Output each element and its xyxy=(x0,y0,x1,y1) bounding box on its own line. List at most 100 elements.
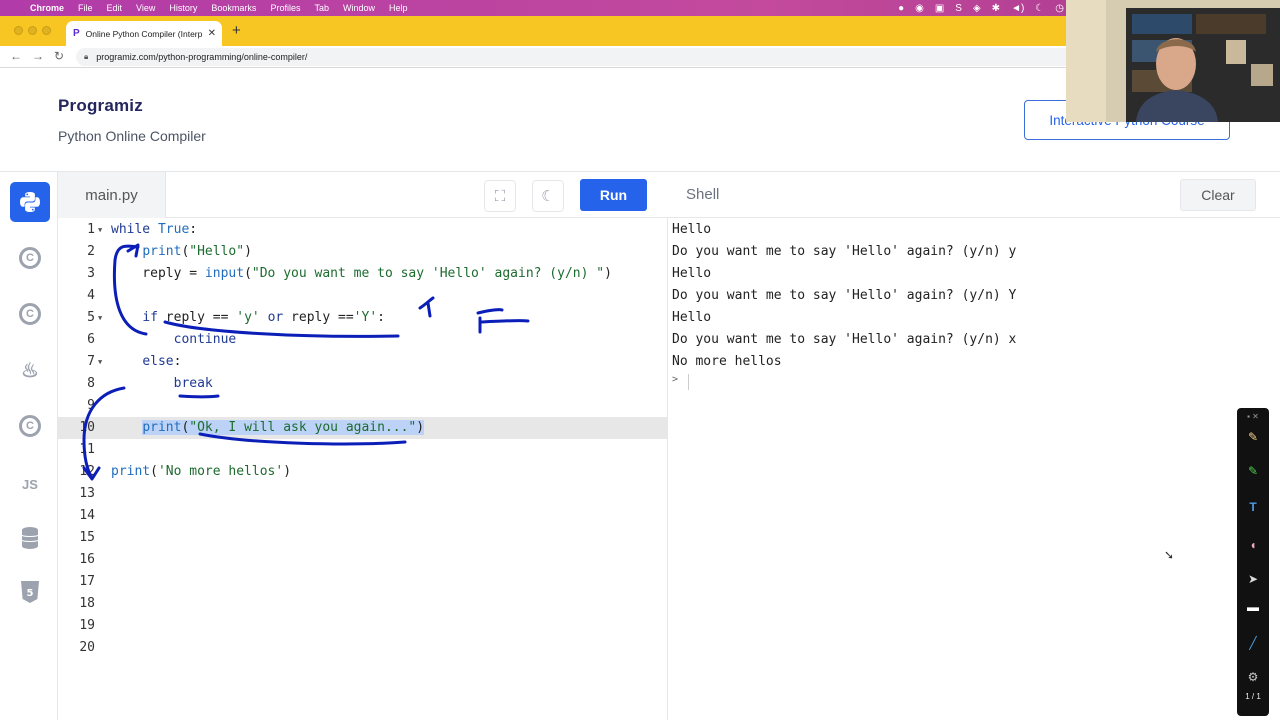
html5-label: 5 xyxy=(27,588,34,599)
code-text: print("Hello") xyxy=(142,244,252,259)
hotspot-icon[interactable]: ◈ xyxy=(973,3,981,14)
volume-icon[interactable]: ◄) xyxy=(1011,3,1024,14)
python-icon[interactable] xyxy=(10,182,50,222)
c-logo: C xyxy=(19,247,41,269)
browser-tab[interactable]: P Online Python Compiler (Interp ✕ xyxy=(66,21,222,46)
shell-title: Shell xyxy=(686,186,720,203)
code-line: 9 xyxy=(58,395,668,417)
code-line: 4 xyxy=(58,285,668,307)
status-icons: ● ◉ ▣ S ◈ ✱ ◄) ☾ ◷ xyxy=(898,0,1064,16)
code-line: 6 continue xyxy=(58,329,668,351)
menu-chrome[interactable]: Chrome xyxy=(30,3,64,13)
menu-edit[interactable]: Edit xyxy=(107,3,123,13)
record-icon[interactable]: ● xyxy=(898,3,904,14)
menu-history[interactable]: History xyxy=(169,3,197,13)
clear-button[interactable]: Clear xyxy=(1180,179,1256,211)
code-line: 8 break xyxy=(58,373,668,395)
skype-icon[interactable]: S xyxy=(955,3,962,14)
line-number: 14 xyxy=(79,508,95,523)
pointer-icon[interactable]: ➤ xyxy=(1237,572,1269,586)
java-icon[interactable]: ♨ xyxy=(10,350,50,390)
lock-icon: 🔒︎ xyxy=(84,52,89,61)
cpp-icon[interactable]: C xyxy=(10,294,50,334)
js-logo: JS xyxy=(22,476,38,492)
menu-bookmarks[interactable]: Bookmarks xyxy=(211,3,256,13)
code-line: 13 xyxy=(58,483,668,505)
code-line: 5 ▼ if reply == 'y' or reply =='Y': xyxy=(58,307,668,329)
programiz-logo[interactable]: Programiz xyxy=(58,96,143,116)
back-icon[interactable]: ← xyxy=(10,49,22,63)
fold-arrow-icon[interactable]: ▼ xyxy=(98,351,102,373)
code-text: print('No more hellos') xyxy=(111,464,292,479)
shape-tool-icon[interactable]: ▬ xyxy=(1237,600,1269,614)
editor-toolbar: main.py ⛶ ☾ Run xyxy=(58,172,668,218)
dark-mode-icon[interactable]: ☾ xyxy=(532,180,564,212)
menu-help[interactable]: Help xyxy=(389,3,408,13)
shell-output[interactable]: Hello Do you want me to say 'Hello' agai… xyxy=(668,218,1280,720)
clock-icon[interactable]: ◷ xyxy=(1055,3,1064,14)
menu-view[interactable]: View xyxy=(136,3,155,13)
line-number: 12 xyxy=(79,464,95,479)
screen-icon[interactable]: ▣ xyxy=(935,3,944,14)
window-close-icon[interactable] xyxy=(14,26,23,35)
code-text: else: xyxy=(142,354,182,369)
line-number: 4 xyxy=(87,288,95,303)
menu-profiles[interactable]: Profiles xyxy=(270,3,300,13)
fullscreen-icon[interactable]: ⛶ xyxy=(484,180,516,212)
code-line: 15 xyxy=(58,527,668,549)
line-number: 2 xyxy=(87,244,95,259)
line-number: 5 xyxy=(87,310,95,325)
cpp-logo: C xyxy=(19,303,41,325)
menu-file[interactable]: File xyxy=(78,3,93,13)
webcam-person-image xyxy=(1066,0,1280,122)
shell-line: Hello xyxy=(672,222,712,237)
new-tab-icon[interactable]: + xyxy=(232,22,241,39)
code-text: while True: xyxy=(111,222,198,237)
text-tool-icon[interactable]: T xyxy=(1237,500,1269,514)
csharp-logo: C xyxy=(19,415,41,437)
html5-icon[interactable]: 5 xyxy=(10,572,50,612)
url-field[interactable]: 🔒︎ programiz.com/python-programming/onli… xyxy=(76,48,1076,66)
toolbar-close-icon[interactable]: ▪ ✕ xyxy=(1237,412,1269,421)
line-number: 15 xyxy=(79,530,95,545)
line-number: 13 xyxy=(79,486,95,501)
line-number: 19 xyxy=(79,618,95,633)
c-icon[interactable]: C xyxy=(10,238,50,278)
line-number: 18 xyxy=(79,596,95,611)
line-tool-icon[interactable]: ╱ xyxy=(1237,636,1269,650)
language-sidebar: C C ♨ C JS 5 xyxy=(0,172,58,720)
javascript-icon[interactable]: JS xyxy=(10,464,50,504)
fold-arrow-icon[interactable]: ▼ xyxy=(98,219,102,241)
eraser-icon[interactable]: ◖ xyxy=(1237,538,1269,552)
code-line: 14 xyxy=(58,505,668,527)
java-logo: ♨ xyxy=(21,359,39,382)
window-zoom-icon[interactable] xyxy=(42,26,51,35)
camera-icon[interactable]: ◉ xyxy=(915,3,924,14)
moon-icon[interactable]: ☾ xyxy=(1035,3,1044,14)
code-line: 11 xyxy=(58,439,668,461)
code-line: 19 xyxy=(58,615,668,637)
settings-icon[interactable]: ⚙ xyxy=(1237,670,1269,684)
line-number: 10 xyxy=(79,420,95,435)
file-tab[interactable]: main.py xyxy=(58,172,166,218)
code-editor[interactable]: 1 ▼ while True: 2 print("Hello") 3 reply =… xyxy=(58,218,668,720)
drawing-toolbar: ▪ ✕ ✎ ✎ T ◖ ➤ ▬ ╱ ⚙ 1 / 1 xyxy=(1237,408,1269,716)
code-line: 1 ▼ while True: xyxy=(58,219,668,241)
database-icon[interactable] xyxy=(10,518,50,558)
tab-close-icon[interactable]: ✕ xyxy=(208,28,216,39)
window-minimize-icon[interactable] xyxy=(28,26,37,35)
highlighter-icon[interactable]: ✎ xyxy=(1237,464,1269,478)
line-number: 1 xyxy=(87,222,95,237)
run-button[interactable]: Run xyxy=(580,179,647,211)
mouse-cursor-icon: ➘ xyxy=(1164,548,1175,562)
bluetooth-icon[interactable]: ✱ xyxy=(992,3,1000,14)
pencil-icon[interactable]: ✎ xyxy=(1237,430,1269,444)
csharp-icon[interactable]: C xyxy=(10,406,50,446)
code-line: 20 xyxy=(58,637,668,659)
code-text: reply = input("Do you want me to say 'He… xyxy=(111,266,612,281)
forward-icon[interactable]: → xyxy=(32,49,44,63)
reload-icon[interactable]: ↻ xyxy=(54,49,64,63)
fold-arrow-icon[interactable]: ▼ xyxy=(98,307,102,329)
menu-window[interactable]: Window xyxy=(343,3,375,13)
menu-tab[interactable]: Tab xyxy=(314,3,329,13)
